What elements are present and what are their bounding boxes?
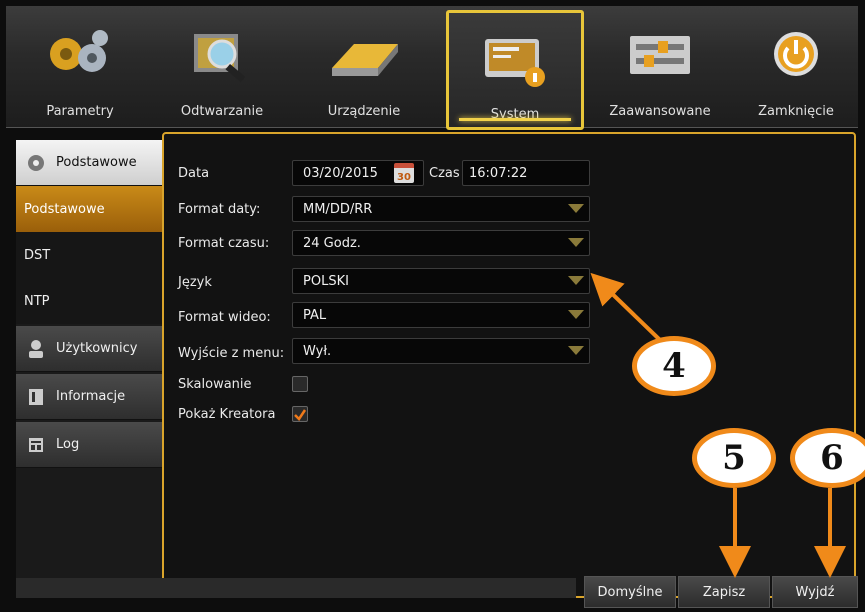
date-label: Data <box>178 165 210 181</box>
info-book-icon <box>29 388 43 405</box>
sidebar-item-podstawowe[interactable]: Podstawowe <box>16 186 162 232</box>
sidebar-item-label: NTP <box>24 293 50 309</box>
default-button[interactable]: Domyślne <box>584 576 676 608</box>
menu-exit-select[interactable]: Wył. <box>292 338 590 364</box>
menu-zamkniecie-label: Zamknięcie <box>758 104 834 119</box>
date-format-select[interactable]: MM/DD/RR <box>292 196 590 222</box>
scaling-checkbox[interactable] <box>292 376 308 392</box>
exit-button[interactable]: Wyjdź <box>772 576 858 608</box>
sidebar-section-info-label: Informacje <box>56 389 126 404</box>
language-select[interactable]: POLSKI <box>292 268 590 294</box>
menu-zamkniecie[interactable]: Zamknięcie <box>734 6 858 128</box>
sidebar-section-users-label: Użytkownicy <box>56 341 138 356</box>
settings-panel: Data 03/20/2015 30 Czas 16:07:22 Format … <box>162 132 856 598</box>
film-magnifier-icon <box>194 34 246 83</box>
time-format-select[interactable]: 24 Godz. <box>292 230 590 256</box>
gear-icon <box>28 154 44 171</box>
sidebar: Podstawowe Podstawowe DST NTP Użytkownic… <box>16 140 162 595</box>
bottom-bar <box>16 578 576 598</box>
hard-drive-icon <box>332 44 398 76</box>
calendar-day: 30 <box>397 172 411 183</box>
time-format-label: Format czasu: <box>178 235 270 251</box>
video-format-select[interactable]: PAL <box>292 302 590 328</box>
date-format-value: MM/DD/RR <box>303 201 373 217</box>
chevron-down-icon <box>563 303 589 327</box>
menu-system[interactable]: System <box>446 10 584 130</box>
sidebar-section-log-label: Log <box>56 437 80 452</box>
power-icon <box>774 32 818 76</box>
menu-exit-label: Wyjście z menu: <box>178 345 285 361</box>
sidebar-item-label: DST <box>24 247 51 263</box>
chevron-down-icon <box>563 231 589 255</box>
wizard-checkbox[interactable] <box>292 406 308 422</box>
sidebar-item-dst[interactable]: DST <box>16 232 162 278</box>
menu-zaawansowane[interactable]: Zaawansowane <box>590 6 730 128</box>
menu-zaawansowane-label: Zaawansowane <box>609 104 711 119</box>
sidebar-item-ntp[interactable]: NTP <box>16 278 162 324</box>
callout-6: 6 <box>790 428 865 488</box>
calendar-icon[interactable]: 30 <box>394 163 414 183</box>
video-format-value: PAL <box>303 307 327 323</box>
sidebar-section-basic-label: Podstawowe <box>56 155 137 170</box>
menu-odtwarzanie-label: Odtwarzanie <box>180 104 264 119</box>
menu-urzadzenie[interactable]: Urządzenie <box>294 6 434 128</box>
menu-urzadzenie-label: Urządzenie <box>327 104 401 119</box>
sidebar-section-log[interactable]: Log <box>16 422 162 468</box>
menu-exit-value: Wył. <box>303 343 332 359</box>
time-format-value: 24 Godz. <box>303 235 361 251</box>
chevron-down-icon <box>563 339 589 363</box>
date-format-label: Format daty: <box>178 201 261 217</box>
save-button[interactable]: Zapisz <box>678 576 770 608</box>
date-value: 03/20/2015 <box>303 165 378 181</box>
callout-4: 4 <box>632 336 716 396</box>
chevron-down-icon <box>563 197 589 221</box>
sidebar-section-info[interactable]: Informacje <box>16 374 162 420</box>
chevron-down-icon <box>563 269 589 293</box>
wizard-label: Pokaż Kreatora <box>178 406 276 422</box>
video-format-label: Format wideo: <box>178 309 271 325</box>
time-label: Czas <box>429 165 460 181</box>
dvr-settings-screen: Parametry Odtwarzanie Urządzenie System … <box>0 0 865 612</box>
time-field[interactable]: 16:07:22 <box>462 160 590 186</box>
menu-odtwarzanie[interactable]: Odtwarzanie <box>152 6 292 128</box>
language-value: POLSKI <box>303 273 349 289</box>
log-icon <box>29 437 43 452</box>
language-label: Język <box>178 274 212 290</box>
time-value: 16:07:22 <box>469 165 528 181</box>
menu-parametry[interactable]: Parametry <box>10 6 150 128</box>
active-indicator <box>459 118 571 121</box>
sidebar-section-users[interactable]: Użytkownicy <box>16 326 162 372</box>
callout-5: 5 <box>692 428 776 488</box>
user-icon <box>29 339 43 358</box>
gears-icon <box>50 30 108 72</box>
sliders-icon <box>630 36 690 74</box>
top-menu: Parametry Odtwarzanie Urządzenie System … <box>6 6 858 130</box>
menu-parametry-label: Parametry <box>46 104 114 119</box>
sidebar-section-basic[interactable]: Podstawowe <box>16 140 162 186</box>
sidebar-item-label: Podstawowe <box>24 201 105 217</box>
monitor-info-icon <box>485 39 545 87</box>
checkmark-icon <box>294 409 307 421</box>
scaling-label: Skalowanie <box>178 376 252 392</box>
